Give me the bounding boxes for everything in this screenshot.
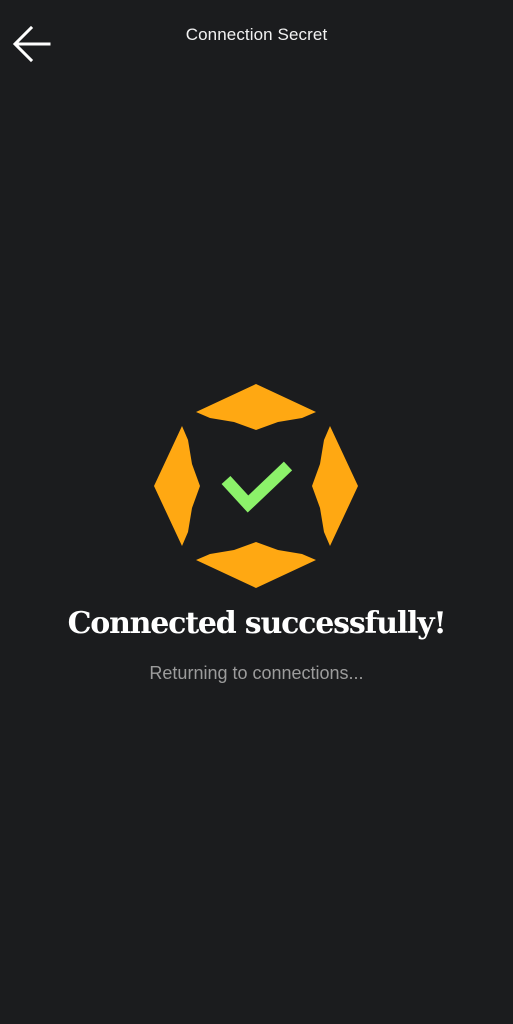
header-bar: Connection Secret (0, 0, 513, 72)
success-checkmark-icon (154, 384, 358, 588)
checkmark-icon (221, 461, 293, 513)
logo-diamond-icon (154, 384, 358, 588)
page-title: Connection Secret (185, 25, 328, 44)
status-subtext: Returning to connections... (149, 663, 364, 683)
success-heading: Connected successfully! (67, 606, 447, 641)
